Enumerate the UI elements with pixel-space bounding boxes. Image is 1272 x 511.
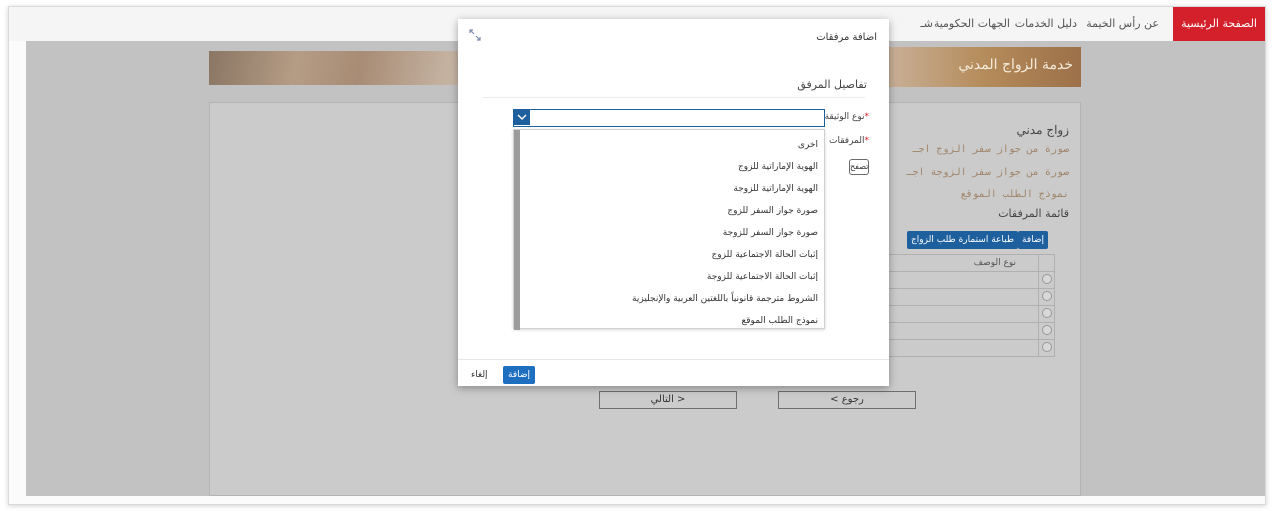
row-radio[interactable] bbox=[1041, 273, 1052, 284]
add-attachments-dialog: اضافة مرفقات تفاصيل المرفق نوع الوثيقة* … bbox=[458, 19, 889, 386]
dropdown-option[interactable]: اخرى bbox=[524, 134, 818, 156]
add-attachment-button-bg[interactable]: إضافة bbox=[1018, 231, 1049, 249]
row-radio[interactable] bbox=[1041, 341, 1052, 352]
doc-type-label: نوع الوثيقة* bbox=[824, 112, 869, 122]
divider bbox=[482, 97, 865, 98]
requirement-item: صورة من جواز سفر الزوج اجـ bbox=[912, 144, 1069, 155]
nav-gov-entities[interactable]: الجهات الحكومية bbox=[934, 7, 1010, 41]
nav-services-guide[interactable]: دليل الخدمات bbox=[1015, 7, 1077, 41]
attachments-list-title: قائمة المرفقات bbox=[998, 207, 1069, 220]
dropdown-option[interactable]: نموذج الطلب الموقع bbox=[524, 310, 818, 332]
doc-type-dropdown: اخرى الهوية الإماراتية للزوج الهوية الإم… bbox=[513, 129, 825, 332]
chevron-down-icon[interactable] bbox=[514, 110, 530, 125]
hero-banner: خدمة الزواج المدني bbox=[885, 47, 1081, 87]
cancel-button[interactable]: إلغاء bbox=[471, 366, 488, 384]
dropdown-option[interactable]: إثبات الحالة الاجتماعية للزوج bbox=[524, 244, 819, 266]
dropdown-option[interactable]: الهوية الإماراتية للزوجة bbox=[524, 178, 818, 200]
hero-image bbox=[209, 51, 459, 85]
back-button[interactable]: < رجوع bbox=[778, 391, 916, 409]
nav-home[interactable]: الصفحة الرئيسية bbox=[1173, 7, 1265, 41]
expand-icon[interactable] bbox=[468, 28, 482, 42]
doc-type-select[interactable] bbox=[513, 109, 825, 127]
dropdown-option[interactable]: الشروط مترجمة قانونياً باللغتين العربية … bbox=[524, 288, 818, 310]
dropdown-option[interactable]: صورة جواز السفر للزوج bbox=[524, 200, 818, 222]
dropdown-option[interactable]: صورة جواز السفر للزوجة bbox=[524, 222, 818, 244]
dropdown-option[interactable]: الهوية الإماراتية للزوج bbox=[524, 156, 818, 178]
table-row bbox=[885, 339, 1055, 357]
table-row bbox=[885, 271, 1055, 289]
print-form-button[interactable]: طباعة استمارة طلب الزواج bbox=[907, 231, 1019, 249]
hero-title: خدمة الزواج المدني bbox=[958, 57, 1073, 73]
add-button[interactable]: إضافة bbox=[503, 366, 536, 384]
nav-more[interactable]: شـ bbox=[921, 7, 933, 41]
nav-about[interactable]: عن رأس الخيمة bbox=[1086, 7, 1159, 41]
next-button[interactable]: التالي > bbox=[599, 391, 737, 409]
row-radio[interactable] bbox=[1041, 307, 1052, 318]
browser-page: الصفحة الرئيسية عن رأس الخيمة دليل الخدم… bbox=[8, 6, 1266, 505]
attachments-table: نوع الوصف bbox=[885, 254, 1055, 357]
section-title: زواج مدني bbox=[1016, 123, 1069, 137]
table-row bbox=[885, 305, 1055, 323]
dropdown-option[interactable]: إثبات الحالة الاجتماعية للزوجة bbox=[524, 266, 818, 288]
table-header: نوع الوصف bbox=[885, 254, 1039, 272]
browse-button[interactable]: تصفح bbox=[849, 159, 869, 175]
table-row bbox=[885, 288, 1055, 306]
requirement-item: صورة من جواز سفر الزوجة اجـ bbox=[906, 167, 1069, 178]
dropdown-scrollbar[interactable] bbox=[514, 130, 520, 330]
attachments-label: المرفقات* bbox=[829, 136, 869, 146]
dialog-header: اضافة مرفقات bbox=[458, 19, 889, 55]
divider bbox=[458, 359, 889, 360]
requirement-item: نموذج الطلب الموقع bbox=[960, 189, 1069, 200]
dialog-title: اضافة مرفقات bbox=[816, 32, 877, 43]
row-radio[interactable] bbox=[1041, 290, 1052, 301]
dialog-subtitle: تفاصيل المرفق bbox=[797, 78, 867, 91]
table-row bbox=[885, 322, 1055, 340]
row-radio[interactable] bbox=[1041, 324, 1052, 335]
